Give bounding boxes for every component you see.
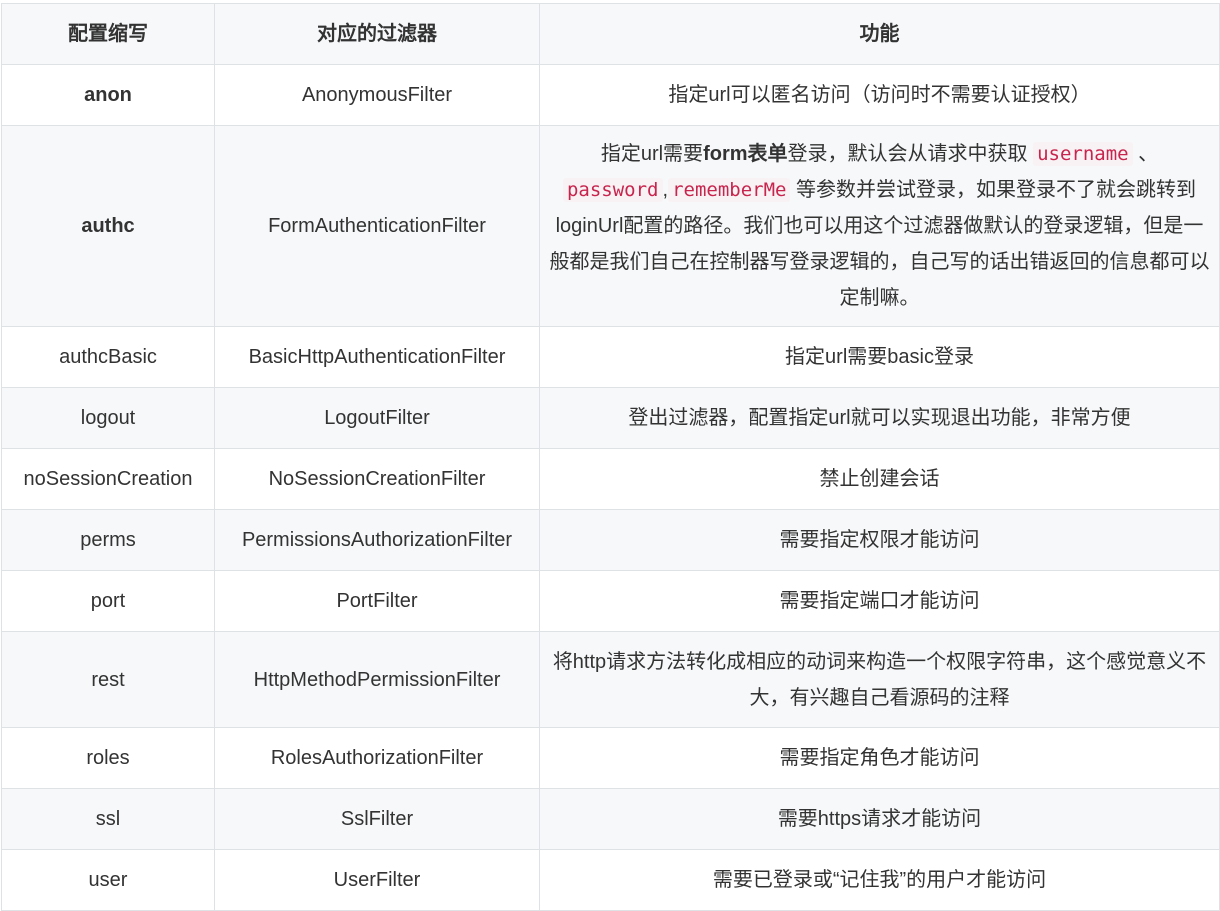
table-row: perms PermissionsAuthorizationFilter 需要指… <box>1 509 1220 571</box>
desc-bold-text: form表单 <box>703 143 788 165</box>
filter-cell: RolesAuthorizationFilter <box>214 727 540 789</box>
abbr-cell: authcBasic <box>1 326 215 388</box>
abbr-cell: anon <box>1 64 215 126</box>
table-row: port PortFilter 需要指定端口才能访问 <box>1 570 1220 632</box>
header-filter: 对应的过滤器 <box>214 3 540 65</box>
abbr-cell: ssl <box>1 788 215 850</box>
table-row: anon AnonymousFilter 指定url可以匿名访问（访问时不需要认… <box>1 64 1220 126</box>
desc-cell: 需要指定权限才能访问 <box>539 509 1220 571</box>
filter-cell: LogoutFilter <box>214 387 540 449</box>
abbr-cell: noSessionCreation <box>1 448 215 510</box>
desc-cell: 将http请求方法转化成相应的动词来构造一个权限字符串，这个感觉意义不大，有兴趣… <box>539 631 1220 728</box>
filter-cell: PortFilter <box>214 570 540 632</box>
desc-cell: 需要指定端口才能访问 <box>539 570 1220 632</box>
table-row: roles RolesAuthorizationFilter 需要指定角色才能访… <box>1 727 1220 789</box>
desc-cell: 需要指定角色才能访问 <box>539 727 1220 789</box>
desc-cell: 指定url需要basic登录 <box>539 326 1220 388</box>
abbr-cell: rest <box>1 631 215 728</box>
desc-text: 、 <box>1138 143 1159 165</box>
table-row: user UserFilter 需要已登录或“记住我”的用户才能访问 <box>1 849 1220 911</box>
desc-cell: 禁止创建会话 <box>539 448 1220 510</box>
abbr-cell: port <box>1 570 215 632</box>
code-rememberme: rememberMe <box>668 178 791 202</box>
table-row: rest HttpMethodPermissionFilter 将http请求方… <box>1 631 1220 728</box>
desc-cell: 需要https请求才能访问 <box>539 788 1220 850</box>
desc-text: 登录，默认会从请求中获取 <box>787 143 1028 165</box>
filter-cell: HttpMethodPermissionFilter <box>214 631 540 728</box>
abbr-cell: authc <box>1 125 215 327</box>
filter-cell: UserFilter <box>214 849 540 911</box>
desc-text: 指定url需要 <box>600 143 704 165</box>
table-row: ssl SslFilter 需要https请求才能访问 <box>1 788 1220 850</box>
table-row: authc FormAuthenticationFilter 指定url需要fo… <box>1 125 1220 327</box>
filter-cell: FormAuthenticationFilter <box>214 125 540 327</box>
desc-cell: 指定url可以匿名访问（访问时不需要认证授权） <box>539 64 1220 126</box>
desc-cell: 指定url需要form表单登录，默认会从请求中获取 username 、 pas… <box>539 125 1220 327</box>
abbr-cell: user <box>1 849 215 911</box>
table-header-row: 配置缩写 对应的过滤器 功能 <box>1 3 1220 65</box>
filter-cell: BasicHttpAuthenticationFilter <box>214 326 540 388</box>
filter-cell: AnonymousFilter <box>214 64 540 126</box>
filter-cell: PermissionsAuthorizationFilter <box>214 509 540 571</box>
filter-cell: NoSessionCreationFilter <box>214 448 540 510</box>
header-abbr: 配置缩写 <box>1 3 215 65</box>
table-row: noSessionCreation NoSessionCreationFilte… <box>1 448 1220 510</box>
abbr-cell: perms <box>1 509 215 571</box>
code-username: username <box>1033 142 1133 166</box>
filter-cell: SslFilter <box>214 788 540 850</box>
desc-cell: 需要已登录或“记住我”的用户才能访问 <box>539 849 1220 911</box>
abbr-cell: roles <box>1 727 215 789</box>
table-row: logout LogoutFilter 登出过滤器，配置指定url就可以实现退出… <box>1 387 1220 449</box>
code-password: password <box>562 178 663 202</box>
table-row: authcBasic BasicHttpAuthenticationFilter… <box>1 326 1220 388</box>
header-function: 功能 <box>539 3 1220 65</box>
abbr-cell: logout <box>1 387 215 449</box>
desc-cell: 登出过滤器，配置指定url就可以实现退出功能，非常方便 <box>539 387 1220 449</box>
filter-table: 配置缩写 对应的过滤器 功能 anon AnonymousFilter 指定ur… <box>1 3 1220 911</box>
